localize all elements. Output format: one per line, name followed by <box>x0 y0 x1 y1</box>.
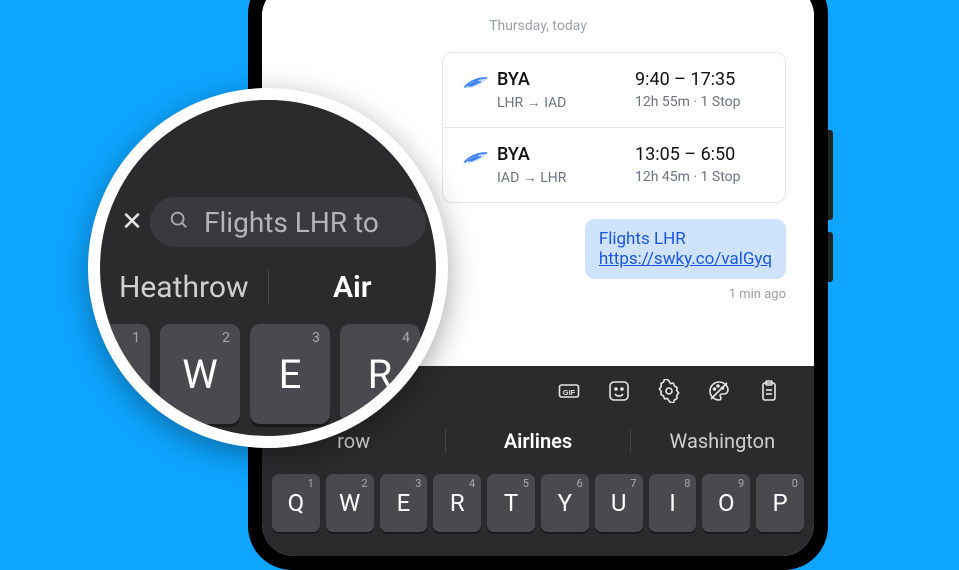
flight-route: LHR → IAD <box>497 94 627 111</box>
airline-code: BYA <box>497 69 627 90</box>
key-i[interactable]: 8I <box>649 474 697 532</box>
lens-key-r[interactable]: 4R <box>340 324 420 424</box>
search-icon <box>168 209 190 235</box>
clipboard-icon[interactable] <box>744 379 794 403</box>
key-y[interactable]: 6Y <box>541 474 589 532</box>
flight-route: IAD → LHR <box>497 169 627 186</box>
lens-suggestion-left[interactable]: Heathrow <box>100 270 268 305</box>
wing-icon <box>461 71 489 103</box>
message-text: Flights LHR <box>599 229 686 249</box>
lens-key-w[interactable]: 2W <box>160 324 240 424</box>
key-r[interactable]: 4R <box>433 474 481 532</box>
message-timestamp: 1 min ago <box>729 287 786 302</box>
key-q[interactable]: 1Q <box>272 474 320 532</box>
flight-row[interactable]: BYA IAD → LHR 13:05 – 6:50 12h 45m · 1 S… <box>443 127 785 202</box>
lens-key-e[interactable]: 3E <box>250 324 330 424</box>
key-w[interactable]: 2W <box>326 474 374 532</box>
palette-icon[interactable] <box>694 379 744 403</box>
date-header: Thursday, today <box>262 18 814 34</box>
phone-side-button <box>828 232 833 282</box>
wing-icon <box>461 146 489 178</box>
key-row: 1Q 2W 3E 4R 5T 6Y 7U 8I 9O 0P <box>262 466 814 532</box>
flight-duration: 12h 45m · 1 Stop <box>635 169 767 185</box>
close-icon[interactable]: ✕ <box>114 207 150 237</box>
key-o[interactable]: 9O <box>702 474 750 532</box>
key-t[interactable]: 5T <box>487 474 535 532</box>
key-e[interactable]: 3E <box>380 474 428 532</box>
flight-duration: 12h 55m · 1 Stop <box>635 94 767 110</box>
magnifier-lens: ✕ Flights LHR to Heathrow Air 1 2W 3E 4R… <box>88 88 448 448</box>
lens-suggestion-bar: Heathrow Air <box>100 256 436 318</box>
phone-side-button <box>828 130 833 220</box>
flight-row[interactable]: BYA LHR → IAD 9:40 – 17:35 12h 55m · 1 S… <box>443 53 785 127</box>
airline-code: BYA <box>497 144 627 165</box>
suggestion-center[interactable]: Airlines <box>445 429 630 453</box>
lens-key-row: 1 2W 3E 4R 5 <box>88 318 448 424</box>
search-text: Flights LHR to <box>204 206 379 239</box>
search-input[interactable]: Flights LHR to <box>150 197 426 247</box>
lens-search-row: ✕ Flights LHR to <box>100 188 436 256</box>
flight-times: 9:40 – 17:35 <box>635 69 767 90</box>
message-link[interactable]: https://swky.co/valGyq <box>599 249 772 269</box>
svg-text:GIF: GIF <box>563 388 576 397</box>
settings-icon[interactable] <box>644 379 694 403</box>
flight-card[interactable]: BYA LHR → IAD 9:40 – 17:35 12h 55m · 1 S… <box>442 52 786 203</box>
emoji-icon[interactable] <box>594 379 644 403</box>
outgoing-message[interactable]: Flights LHR https://swky.co/valGyq <box>585 219 786 279</box>
flight-times: 13:05 – 6:50 <box>635 144 767 165</box>
gif-icon[interactable]: GIF <box>544 379 594 403</box>
key-u[interactable]: 7U <box>595 474 643 532</box>
key-p[interactable]: 0P <box>756 474 804 532</box>
lens-key[interactable]: 1 <box>88 324 150 424</box>
suggestion-right[interactable]: Washington <box>631 429 814 453</box>
lens-suggestion-right[interactable]: Air <box>268 270 437 305</box>
